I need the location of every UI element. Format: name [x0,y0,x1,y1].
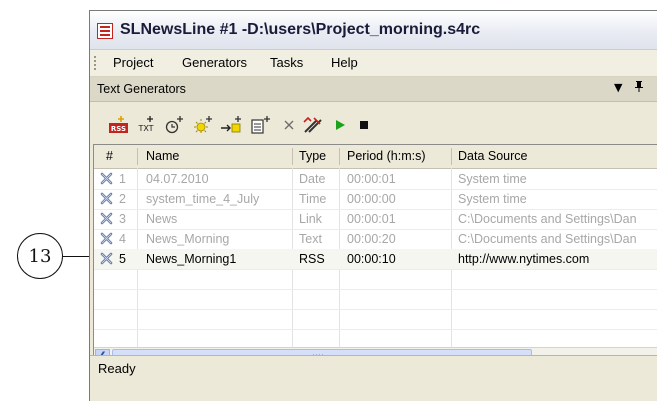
status-text: Ready [98,361,136,376]
cell-name: News_Morning [146,232,230,246]
empty-row [94,289,657,310]
column-header-type[interactable]: Type [299,149,326,163]
cell-name: system_time_4_July [146,192,260,206]
menu-generators[interactable]: Generators [182,55,247,70]
svg-text:RSS: RSS [111,125,126,133]
cell-type: Text [299,232,322,246]
empty-row [94,269,657,290]
cell-period: 00:00:20 [347,232,396,246]
panel-title: Text Generators [97,82,186,96]
generator-state-icon[interactable] [100,212,113,225]
table-row[interactable]: 4 News_Morning Text 00:00:20 C:\Documents an… [94,229,657,250]
add-link-icon[interactable] [220,116,244,134]
menu-help[interactable]: Help [331,55,358,70]
panel-dropdown-icon[interactable]: ▼ [614,81,622,94]
panel-pin-icon[interactable] [634,81,644,95]
cell-num: 1 [119,172,126,186]
table-row[interactable]: 5 News_Morning1 RSS 00:00:10 http://www.nyti… [94,249,657,270]
cell-type: RSS [299,252,325,266]
menu-grip[interactable] [94,56,96,70]
empty-row [94,309,657,330]
table-header: # Name Type Period (h:m:s) Data Source [94,145,657,169]
properties-icon[interactable] [302,116,324,134]
cell-type: Link [299,212,322,226]
cell-name: News_Morning1 [146,252,237,266]
menu-tasks[interactable]: Tasks [270,55,303,70]
cell-period: 00:00:10 [347,252,396,266]
panel-header: Text Generators ▼ [90,77,657,102]
status-bar: Ready [90,355,657,401]
cell-num: 5 [119,252,126,266]
cell-source: System time [458,192,527,206]
cell-source: C:\Documents and Settings\Dan [458,212,637,226]
table-row[interactable]: 3 News Link 00:00:01 C:\Documents and Settin… [94,209,657,230]
generator-state-icon[interactable] [100,172,113,185]
cell-period: 00:00:00 [347,192,396,206]
callout-marker: 13 [17,233,63,279]
callout-label: 13 [28,245,52,267]
title-bar[interactable]: SLNewsLine #1 -D:\users\Project_morning.… [90,11,657,50]
window-title: SLNewsLine #1 -D:\users\Project_morning.… [120,21,481,38]
menu-bar: Project Generators Tasks Help [90,50,657,77]
column-header-number[interactable]: # [106,149,113,163]
cell-name: News [146,212,178,226]
app-window: SLNewsLine #1 -D:\users\Project_morning.… [89,10,657,401]
cell-name: 04.07.2010 [146,172,209,186]
add-rss-icon[interactable]: RSS [108,116,130,134]
cell-num: 4 [119,232,126,246]
generator-state-icon[interactable] [100,192,113,205]
cell-num: 3 [119,212,126,226]
table-row[interactable]: 2 system_time_4_July Time 00:00:00 System ti… [94,189,657,210]
stop-icon[interactable] [356,116,372,134]
cell-type: Time [299,192,327,206]
cell-source: C:\Documents and Settings\Dan [458,232,637,246]
add-text-list-icon[interactable] [250,116,272,134]
toolbar: RSS TXT [90,102,657,140]
add-time-icon[interactable] [164,116,186,134]
menu-project[interactable]: Project [113,55,153,70]
add-txt-icon[interactable]: TXT [136,116,158,134]
delete-icon[interactable] [280,116,298,134]
cell-period: 00:00:01 [347,212,396,226]
generator-state-icon[interactable] [100,252,113,265]
app-icon [97,23,113,39]
play-icon[interactable] [332,116,348,134]
cell-num: 2 [119,192,126,206]
add-date-icon[interactable] [192,116,214,134]
cell-period: 00:00:01 [347,172,396,186]
cell-source: http://www.nytimes.com [458,252,590,266]
cell-type: Date [299,172,326,186]
svg-text:TXT: TXT [137,124,153,133]
cell-source: System time [458,172,527,186]
column-header-data-source[interactable]: Data Source [458,149,527,163]
column-header-name[interactable]: Name [146,149,179,163]
table-row[interactable]: 1 04.07.2010 Date 00:00:01 System time [94,169,657,190]
generators-table: # Name Type Period (h:m:s) Data Source 1… [93,144,657,366]
column-header-period[interactable]: Period (h:m:s) [347,149,426,163]
generator-state-icon[interactable] [100,232,113,245]
